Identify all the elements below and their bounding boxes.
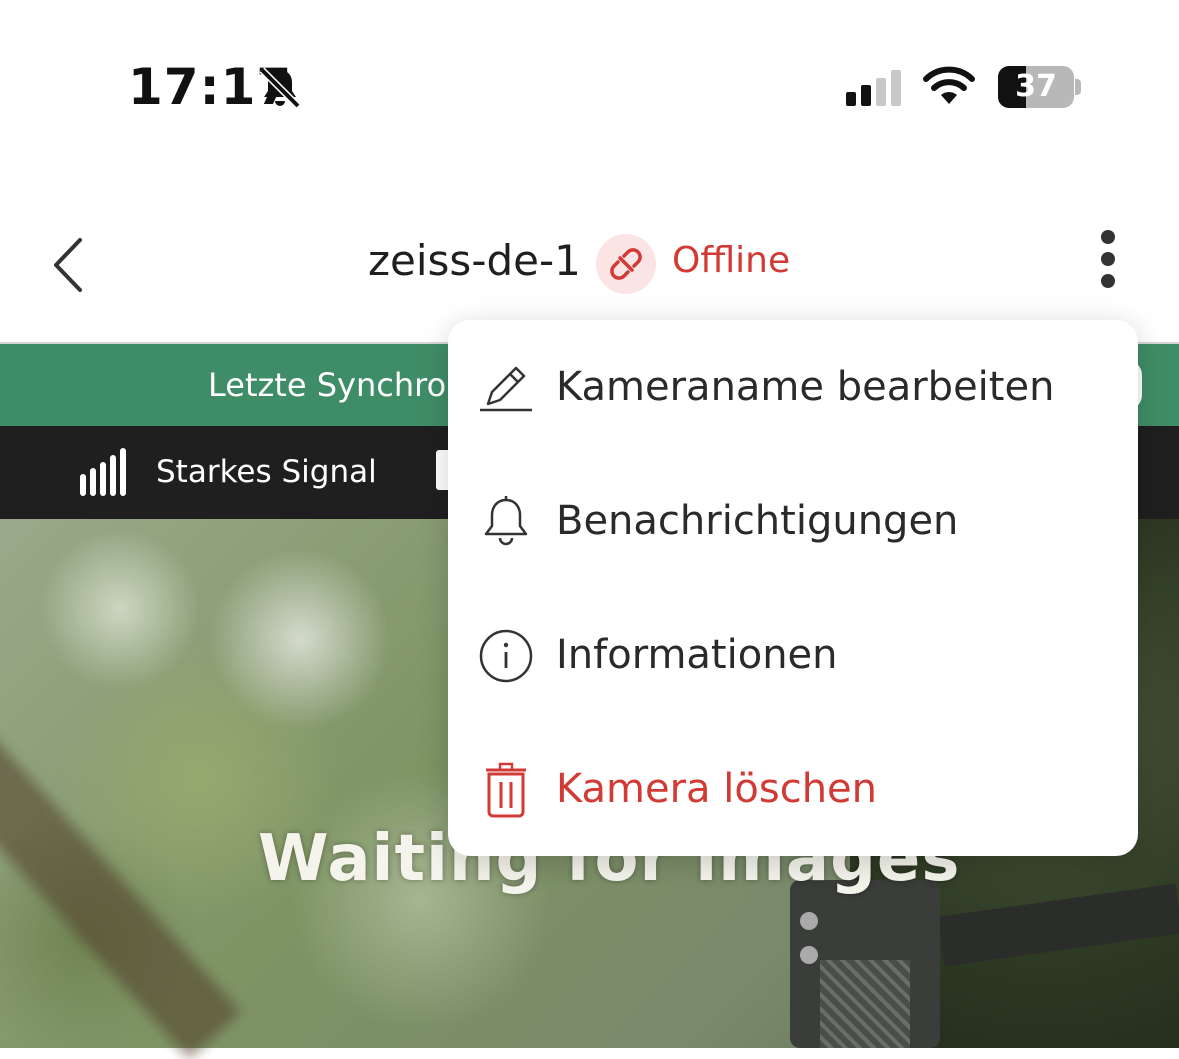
sync-status-text: Letzte Synchron xyxy=(208,366,467,404)
link-broken-icon xyxy=(610,248,642,280)
chevron-left-icon[interactable] xyxy=(40,230,100,300)
battery-cap xyxy=(1075,79,1081,95)
more-vertical-icon[interactable] xyxy=(1090,226,1126,292)
offline-status-label: Offline xyxy=(672,240,791,281)
battery-percent: 37 xyxy=(1015,69,1057,104)
menu-item-label: Benachrichtigungen xyxy=(556,498,959,544)
more-dot xyxy=(1101,252,1115,266)
trash-icon xyxy=(486,762,526,818)
menu-item-edit-camera-name[interactable]: Kameraname bearbeiten xyxy=(448,322,1138,456)
bell-icon xyxy=(484,496,528,546)
offline-badge xyxy=(596,234,656,294)
more-dot xyxy=(1101,274,1115,288)
pencil-icon xyxy=(480,366,532,412)
cellular-signal-icon xyxy=(846,70,901,106)
status-bar: 17:17 37 xyxy=(0,0,1179,180)
battery-icon: 37 xyxy=(998,66,1074,108)
menu-item-information[interactable]: Informationen xyxy=(448,590,1138,724)
more-dot xyxy=(1101,230,1115,244)
menu-item-label: Informationen xyxy=(556,632,838,678)
camera-lens xyxy=(800,912,818,930)
signal-strength-icon xyxy=(80,448,126,496)
menu-item-notifications[interactable]: Benachrichtigungen xyxy=(448,456,1138,590)
options-menu: Kameraname bearbeiten Benachrichtigungen… xyxy=(448,320,1138,856)
device-title: zeiss-de-1 xyxy=(368,236,581,285)
menu-item-delete-camera[interactable]: Kamera löschen xyxy=(448,724,1138,858)
bell-slash-icon xyxy=(259,67,301,109)
menu-item-label: Kamera löschen xyxy=(556,766,878,812)
camera-lens xyxy=(800,946,818,964)
info-icon xyxy=(479,629,533,683)
wifi-icon xyxy=(923,66,975,104)
camera-panel xyxy=(820,960,910,1048)
menu-item-label: Kameraname bearbeiten xyxy=(556,364,1055,410)
signal-strength-label: Starkes Signal xyxy=(156,454,377,490)
